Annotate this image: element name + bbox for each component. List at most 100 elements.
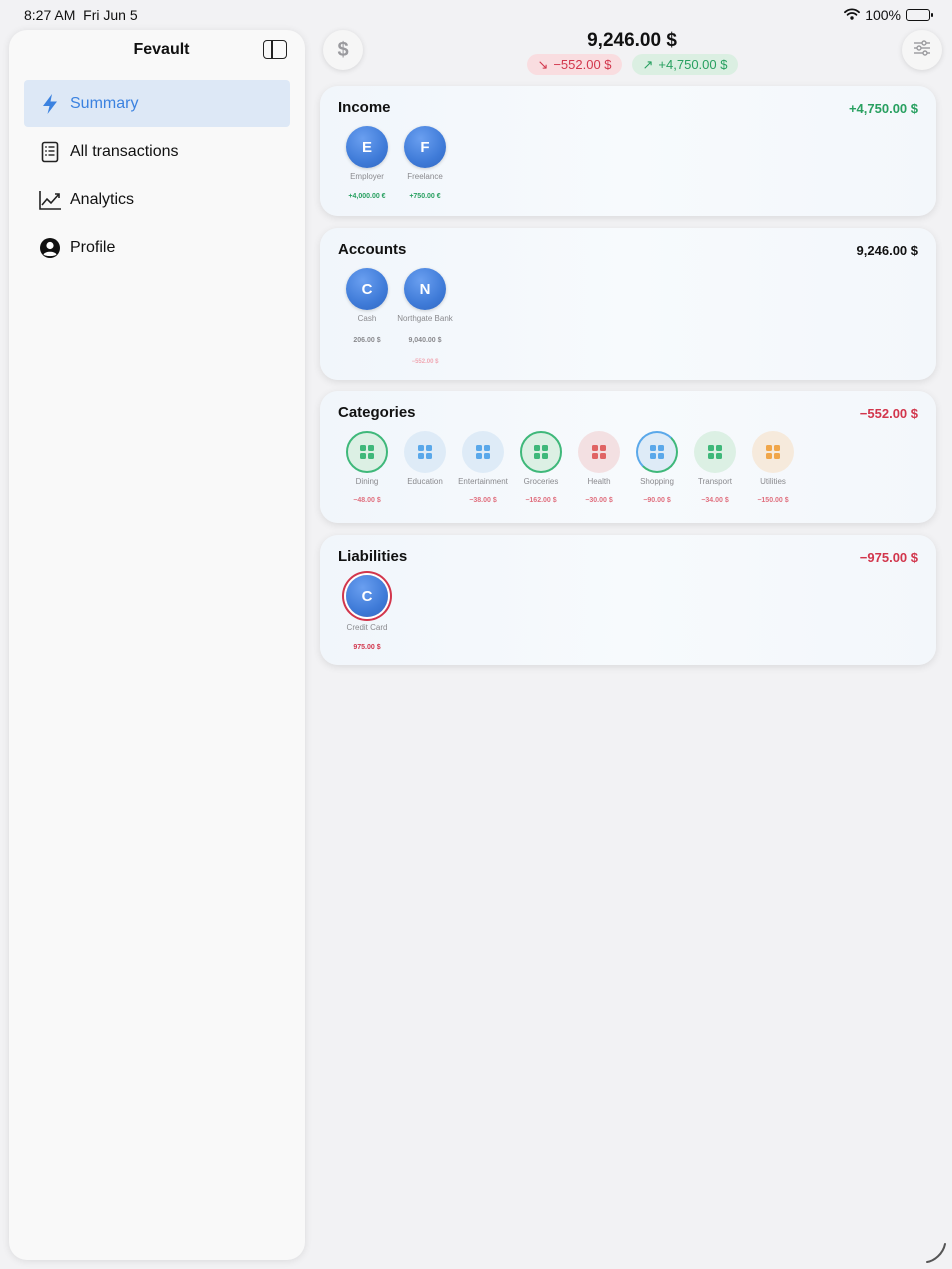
grid-icon xyxy=(636,431,678,473)
expense-value: −552.00 $ xyxy=(553,57,612,72)
categories-card[interactable]: Categories −552.00 $ Dining −48.00 $ Edu… xyxy=(320,391,936,523)
status-date-text: Fri Jun 5 xyxy=(83,7,138,23)
item-amount: 9,040.00 $ xyxy=(408,337,442,344)
wifi-icon xyxy=(844,7,861,23)
item-amount: 975.00 $ xyxy=(353,644,381,651)
sliders-icon xyxy=(913,39,931,61)
liabilities-total: −975.00 $ xyxy=(859,550,918,565)
accounts-items: C Cash 206.00 $ N Northgate Bank 9,040.0… xyxy=(338,268,454,367)
avatar: C xyxy=(346,268,388,310)
item-name: Credit Card xyxy=(346,623,388,632)
category-item-entertainment[interactable]: Entertainment −38.00 $ xyxy=(454,431,512,505)
bolt-icon xyxy=(38,92,62,116)
income-value: +4,750.00 $ xyxy=(658,57,728,72)
category-item-groceries[interactable]: Groceries −162.00 $ xyxy=(512,431,570,505)
item-name: Cash xyxy=(357,314,377,323)
sidebar-item-label: All transactions xyxy=(70,142,179,160)
item-name: Transport xyxy=(698,477,732,486)
person-icon xyxy=(38,236,62,260)
category-item-dining[interactable]: Dining −48.00 $ xyxy=(338,431,396,505)
accounts-total: 9,246.00 $ xyxy=(856,243,918,258)
account-item-northgate-bank[interactable]: N Northgate Bank 9,040.00 $ −552.00 $ xyxy=(396,268,454,367)
sidebar-item-profile[interactable]: Profile xyxy=(24,224,290,271)
item-amount: +4,000.00 € xyxy=(348,193,386,200)
sidebar: Fevault Summary All transactions Analyti… xyxy=(9,30,305,1260)
battery-icon xyxy=(906,9,933,21)
account-item-cash[interactable]: C Cash 206.00 $ xyxy=(338,268,396,367)
battery-percent: 100% xyxy=(865,7,901,23)
income-badge[interactable]: ↗ +4,750.00 $ xyxy=(632,54,738,75)
status-bar: 8:27 AM Fri Jun 5 100% xyxy=(0,0,952,30)
income-title: Income xyxy=(338,99,391,116)
avatar: C xyxy=(346,575,388,617)
income-items: E Employer +4,000.00 € F Freelance +750.… xyxy=(338,126,454,201)
item-name: Dining xyxy=(355,477,379,486)
item-name: Entertainment xyxy=(458,477,508,486)
category-item-health[interactable]: Health −30.00 $ xyxy=(570,431,628,505)
expense-badge[interactable]: ↘ −552.00 $ xyxy=(527,54,622,75)
income-item-employer[interactable]: E Employer +4,000.00 € xyxy=(338,126,396,201)
grid-icon xyxy=(578,431,620,473)
status-time-text: 8:27 AM xyxy=(24,7,76,23)
item-name: Freelance xyxy=(407,172,443,181)
liabilities-card[interactable]: Liabilities −975.00 $ C Credit Card 975.… xyxy=(320,535,936,665)
categories-items: Dining −48.00 $ Education Entertainment … xyxy=(338,431,802,505)
currency-button[interactable]: $ xyxy=(323,30,363,70)
item-amount: −90.00 $ xyxy=(643,497,671,504)
categories-total: −552.00 $ xyxy=(859,406,918,421)
income-total: +4,750.00 $ xyxy=(848,101,918,116)
sidebar-item-all-transactions[interactable]: All transactions xyxy=(24,128,290,175)
item-name: Northgate Bank xyxy=(397,314,453,323)
avatar: E xyxy=(346,126,388,168)
sidebar-item-label: Analytics xyxy=(70,190,135,208)
arrow-down-right-icon: ↘ xyxy=(537,56,549,72)
sidebar-toggle-icon[interactable] xyxy=(263,40,287,59)
sidebar-item-analytics[interactable]: Analytics xyxy=(24,176,290,223)
item-amount: +750.00 € xyxy=(409,193,441,200)
grid-icon xyxy=(752,431,794,473)
item-amount: −150.00 $ xyxy=(757,497,789,504)
item-name: Utilities xyxy=(760,477,786,486)
income-item-freelance[interactable]: F Freelance +750.00 € xyxy=(396,126,454,201)
item-change: −552.00 $ xyxy=(411,359,439,365)
filter-button[interactable] xyxy=(902,30,942,70)
grid-icon xyxy=(462,431,504,473)
arrow-up-right-icon: ↗ xyxy=(642,56,654,72)
item-amount: −34.00 $ xyxy=(701,497,729,504)
accounts-title: Accounts xyxy=(338,241,407,258)
item-name: Employer xyxy=(350,172,384,181)
income-card[interactable]: Income +4,750.00 $ E Employer +4,000.00 … xyxy=(320,86,936,216)
category-item-education[interactable]: Education xyxy=(396,431,454,505)
item-name: Education xyxy=(407,477,443,486)
item-amount: −162.00 $ xyxy=(525,497,557,504)
accounts-card[interactable]: Accounts 9,246.00 $ C Cash 206.00 $ N No… xyxy=(320,228,936,380)
status-indicators: 100% xyxy=(844,7,933,23)
avatar: N xyxy=(404,268,446,310)
list-icon xyxy=(38,140,62,164)
sidebar-item-label: Summary xyxy=(70,94,139,112)
sidebar-nav: Summary All transactions Analytics Profi… xyxy=(24,80,290,272)
liabilities-items: C Credit Card 975.00 $ xyxy=(338,575,396,652)
grid-icon xyxy=(694,431,736,473)
item-name: Shopping xyxy=(640,477,674,486)
liability-item-credit-card[interactable]: C Credit Card 975.00 $ xyxy=(338,575,396,652)
dollar-icon: $ xyxy=(337,38,349,61)
item-name: Health xyxy=(587,477,611,486)
item-amount: −30.00 $ xyxy=(585,497,613,504)
grid-icon xyxy=(404,431,446,473)
sidebar-item-label: Profile xyxy=(70,238,116,256)
item-amount: −48.00 $ xyxy=(353,497,381,504)
item-amount: −38.00 $ xyxy=(469,497,497,504)
category-item-transport[interactable]: Transport −34.00 $ xyxy=(686,431,744,505)
resize-handle-icon[interactable] xyxy=(924,1240,948,1269)
item-amount: 206.00 $ xyxy=(353,337,381,344)
category-item-shopping[interactable]: Shopping −90.00 $ xyxy=(628,431,686,505)
item-name: Groceries xyxy=(523,477,559,486)
chart-icon xyxy=(38,188,62,212)
status-time: 8:27 AM Fri Jun 5 xyxy=(24,7,138,23)
total-balance: 9,246.00 $ xyxy=(587,30,677,51)
grid-icon xyxy=(346,431,388,473)
liabilities-title: Liabilities xyxy=(338,548,408,565)
sidebar-item-summary[interactable]: Summary xyxy=(24,80,290,127)
category-item-utilities[interactable]: Utilities −150.00 $ xyxy=(744,431,802,505)
